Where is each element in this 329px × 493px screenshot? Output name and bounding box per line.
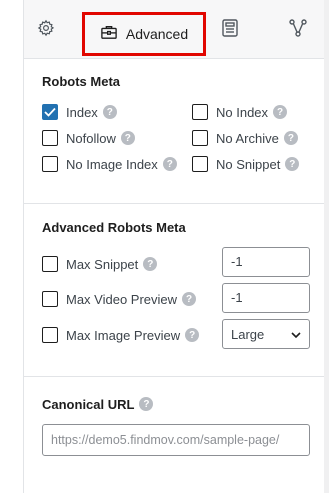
max-image-preview-row: Max Image Preview ? xyxy=(42,326,200,344)
noindex-label: No Index xyxy=(216,104,269,120)
robots-meta-title: Robots Meta xyxy=(42,74,120,89)
help-icon[interactable]: ? xyxy=(102,105,117,119)
canonical-url-input[interactable]: https://demo5.findmov.com/sample-page/ xyxy=(42,424,310,456)
scrollbar-track[interactable] xyxy=(324,0,329,493)
help-icon[interactable]: ? xyxy=(120,131,135,145)
help-icon[interactable]: ? xyxy=(283,131,298,145)
max-snippet-input[interactable]: -1 xyxy=(222,247,310,277)
help-icon[interactable]: ? xyxy=(182,292,197,306)
seo-sidebar-panel: Advanced Robots Meta Index ? No Index ? … xyxy=(24,0,324,493)
max-image-preview-select[interactable]: Large xyxy=(222,319,310,349)
help-icon[interactable]: ? xyxy=(285,157,300,171)
max-image-preview-label: Max Image Preview xyxy=(66,327,181,343)
canonical-header: Canonical URL ? xyxy=(42,395,154,413)
robots-option-nosnippet: No Snippet ? xyxy=(192,155,300,173)
max-video-preview-checkbox[interactable] xyxy=(42,291,58,307)
tab-general[interactable] xyxy=(35,19,57,41)
tab-social[interactable] xyxy=(287,18,309,42)
editor-left-edge xyxy=(0,0,24,493)
gear-icon xyxy=(37,19,55,42)
help-icon[interactable]: ? xyxy=(143,257,158,271)
nofollow-label: Nofollow xyxy=(66,130,116,146)
canonical-title: Canonical URL xyxy=(42,396,135,412)
toolbox-icon xyxy=(100,24,118,45)
help-icon[interactable]: ? xyxy=(162,157,177,171)
robots-option-noimageindex: No Image Index ? xyxy=(42,155,177,173)
help-icon[interactable]: ? xyxy=(185,328,200,342)
section-divider xyxy=(24,203,324,204)
robots-option-noindex: No Index ? xyxy=(192,103,288,121)
section-divider xyxy=(24,376,324,377)
max-snippet-checkbox[interactable] xyxy=(42,256,58,272)
index-checkbox[interactable] xyxy=(42,104,58,120)
help-icon[interactable]: ? xyxy=(273,105,288,119)
tab-advanced[interactable]: Advanced xyxy=(82,12,206,56)
max-snippet-label: Max Snippet xyxy=(66,256,139,272)
nosnippet-checkbox[interactable] xyxy=(192,156,208,172)
noarchive-checkbox[interactable] xyxy=(192,130,208,146)
noarchive-label: No Archive xyxy=(216,130,279,146)
noindex-checkbox[interactable] xyxy=(192,104,208,120)
nofollow-checkbox[interactable] xyxy=(42,130,58,146)
max-video-preview-label: Max Video Preview xyxy=(66,291,178,307)
max-video-preview-row: Max Video Preview ? xyxy=(42,290,197,308)
help-icon[interactable]: ? xyxy=(139,397,154,411)
tab-advanced-label: Advanced xyxy=(125,26,189,42)
noimageindex-checkbox[interactable] xyxy=(42,156,58,172)
tab-schema[interactable] xyxy=(219,18,241,42)
share-nodes-icon xyxy=(289,18,307,42)
document-icon xyxy=(222,18,238,42)
nosnippet-label: No Snippet xyxy=(216,156,281,172)
max-video-preview-input[interactable]: -1 xyxy=(222,283,310,313)
noimageindex-label: No Image Index xyxy=(66,156,158,172)
index-label: Index xyxy=(66,104,98,120)
advanced-robots-title: Advanced Robots Meta xyxy=(42,220,186,235)
robots-option-nofollow: Nofollow ? xyxy=(42,129,135,147)
max-snippet-row: Max Snippet ? xyxy=(42,255,158,273)
checkmark-icon xyxy=(44,107,56,117)
chevron-down-icon xyxy=(291,327,301,342)
tab-bar: Advanced xyxy=(24,0,324,59)
max-image-preview-checkbox[interactable] xyxy=(42,327,58,343)
max-image-preview-value: Large xyxy=(231,326,265,342)
robots-option-noarchive: No Archive ? xyxy=(192,129,298,147)
robots-option-index: Index ? xyxy=(42,103,117,121)
